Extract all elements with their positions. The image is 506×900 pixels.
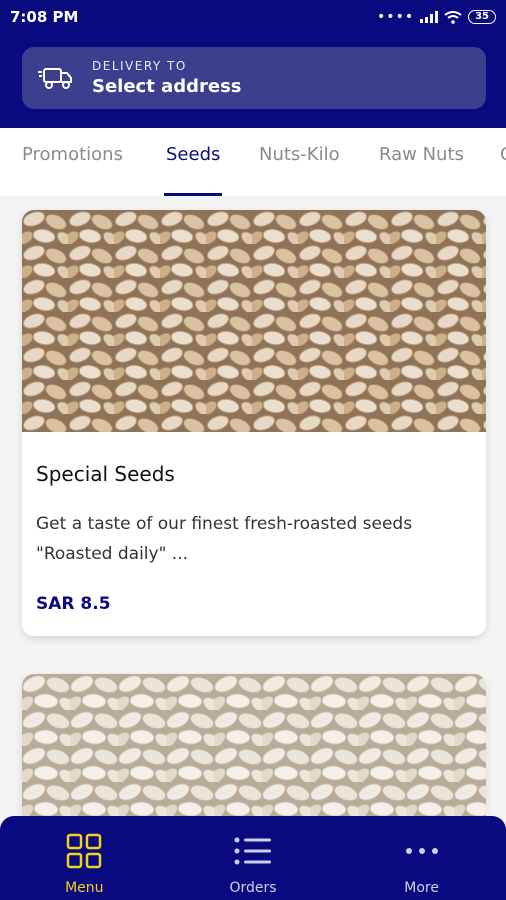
delivery-address-value: Select address (92, 76, 242, 97)
status-bar: 7:08 PM •••• 35 (0, 0, 506, 34)
more-dots-icon (403, 832, 441, 870)
tab-raw-nuts[interactable]: Raw Nuts (379, 128, 464, 196)
tab-promotions[interactable]: Promotions (22, 128, 123, 196)
header: DELIVERY TO Select address (0, 34, 506, 128)
category-tabs: Promotions Seeds Nuts-Kilo Raw Nuts C (0, 128, 506, 196)
delivery-label: DELIVERY TO (92, 59, 187, 73)
product-list: Special Seeds Get a taste of our finest … (0, 196, 506, 816)
product-image-white-seeds (22, 674, 486, 816)
wifi-icon (444, 10, 462, 24)
product-price: SAR 8.5 (36, 594, 111, 614)
status-time: 7:08 PM (10, 8, 79, 26)
nav-more-label: More (404, 880, 439, 896)
tab-next-partial[interactable]: C (500, 128, 506, 196)
nav-orders[interactable]: Orders (178, 832, 328, 896)
nav-menu-label: Menu (65, 880, 104, 896)
product-title: Special Seeds (36, 462, 175, 486)
battery-icon: 35 (468, 10, 496, 24)
signal-icon (420, 11, 439, 23)
delivery-address-selector[interactable]: DELIVERY TO Select address (22, 47, 486, 109)
grid-icon (65, 832, 103, 870)
notification-dots-icon: •••• (377, 9, 415, 25)
truck-icon (38, 68, 72, 89)
nav-more[interactable]: More (347, 832, 497, 896)
list-icon (234, 832, 272, 870)
delivery-text: DELIVERY TO Select address (92, 59, 242, 97)
tab-seeds[interactable]: Seeds (163, 128, 223, 196)
nav-orders-label: Orders (229, 880, 277, 896)
product-card[interactable] (22, 674, 486, 816)
tab-nuts-kilo[interactable]: Nuts-Kilo (259, 128, 340, 196)
status-icons: •••• 35 (377, 9, 496, 25)
product-image-roasted-seeds (22, 210, 486, 432)
bottom-navigation: Menu Orders More (0, 816, 506, 900)
product-description: Get a taste of our finest fresh-roasted … (36, 514, 413, 564)
nav-menu[interactable]: Menu (9, 832, 159, 896)
product-card[interactable]: Special Seeds Get a taste of our finest … (22, 210, 486, 636)
product-card-body: Special Seeds Get a taste of our finest … (22, 462, 486, 614)
